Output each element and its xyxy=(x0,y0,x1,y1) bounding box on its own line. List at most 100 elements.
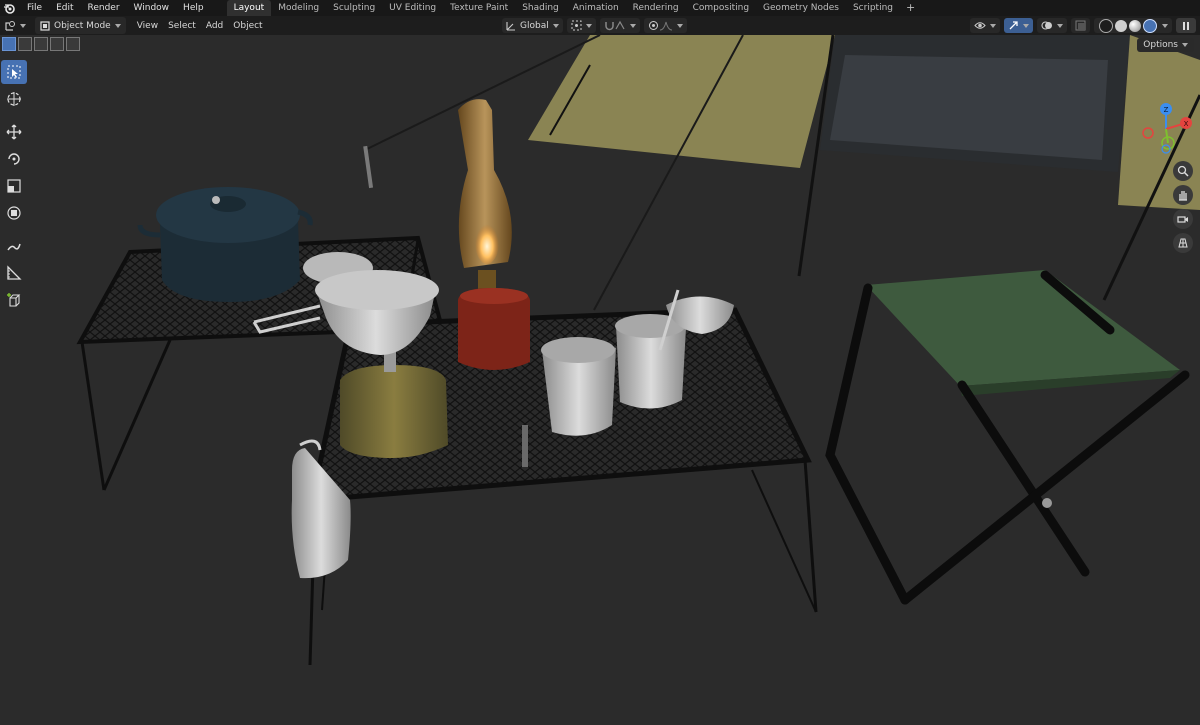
select-extend-icon[interactable] xyxy=(18,37,32,51)
mode-select[interactable]: Object Mode xyxy=(35,17,126,34)
chevron-down-icon xyxy=(1162,23,1168,28)
annotate-tool[interactable] xyxy=(1,234,27,258)
chevron-down-icon xyxy=(1182,43,1188,47)
transform-controls: Global xyxy=(502,17,687,34)
material-shading-icon[interactable] xyxy=(1129,19,1141,32)
visibility-select[interactable] xyxy=(970,18,1000,33)
tab-texture-paint[interactable]: Texture Paint xyxy=(443,0,515,16)
pan-hand-icon xyxy=(1179,191,1187,201)
measure-tool[interactable] xyxy=(1,261,27,285)
tab-layout[interactable]: Layout xyxy=(226,0,272,16)
chevron-down-icon xyxy=(990,23,996,28)
select-intersect-icon[interactable] xyxy=(66,37,80,51)
chevron-down-icon xyxy=(20,23,26,28)
tool-shelf xyxy=(1,60,29,315)
pivot-select[interactable] xyxy=(566,18,596,33)
tab-shading[interactable]: Shading xyxy=(515,0,566,16)
3d-viewport[interactable]: Z X xyxy=(0,34,1200,721)
menu-select[interactable]: Select xyxy=(163,17,201,34)
snap-target-icon xyxy=(615,20,625,30)
add-cube-tool[interactable] xyxy=(1,288,27,312)
perspective-toggle-button[interactable] xyxy=(1173,233,1193,253)
menu-add[interactable]: Add xyxy=(201,17,228,34)
magnet-icon xyxy=(604,22,614,31)
tab-modeling[interactable]: Modeling xyxy=(271,0,326,16)
navigation-buttons xyxy=(1173,161,1195,257)
navigation-gizmo[interactable]: Z X xyxy=(1140,103,1192,155)
xray-icon xyxy=(1075,20,1086,31)
menu-render[interactable]: Render xyxy=(81,0,127,16)
select-box-icon xyxy=(7,65,21,79)
rotate-tool[interactable] xyxy=(1,147,27,171)
cursor-tool[interactable] xyxy=(1,87,27,111)
menu-edit[interactable]: Edit xyxy=(49,0,80,16)
orientation-select[interactable]: Global xyxy=(502,18,563,33)
zoom-button[interactable] xyxy=(1173,161,1193,181)
annotate-icon xyxy=(7,243,21,251)
tab-scripting[interactable]: Scripting xyxy=(846,0,900,16)
select-invert-icon[interactable] xyxy=(50,37,64,51)
tab-compositing[interactable]: Compositing xyxy=(686,0,756,16)
z-axis-label: Z xyxy=(1164,106,1169,114)
measure-icon xyxy=(7,265,22,280)
tab-geometry-nodes[interactable]: Geometry Nodes xyxy=(756,0,846,16)
chevron-down-icon xyxy=(114,23,121,28)
dutch-oven xyxy=(137,187,313,302)
rendered-shading-icon[interactable] xyxy=(1143,18,1157,33)
folding-stool xyxy=(825,270,1190,605)
pause-icon xyxy=(1183,21,1189,30)
tab-sculpting[interactable]: Sculpting xyxy=(326,0,382,16)
menu-object[interactable]: Object xyxy=(228,17,267,34)
chevron-down-icon xyxy=(629,23,636,28)
orientation-icon xyxy=(506,21,515,31)
solid-shading-icon[interactable] xyxy=(1115,19,1127,32)
select-subtract-icon[interactable] xyxy=(34,37,48,51)
viewport-right-controls xyxy=(970,17,1196,34)
xray-toggle[interactable] xyxy=(1071,18,1090,33)
editor-type-button[interactable] xyxy=(0,17,31,34)
eye-icon xyxy=(974,22,986,29)
menu-help[interactable]: Help xyxy=(176,0,211,16)
wireframe-shading-icon[interactable] xyxy=(1099,18,1113,33)
scale-tool[interactable] xyxy=(1,174,27,198)
scale-icon xyxy=(7,179,21,193)
options-label: Options xyxy=(1143,40,1178,50)
chevron-down-icon xyxy=(585,23,592,28)
menu-view[interactable]: View xyxy=(132,17,163,34)
tab-rendering[interactable]: Rendering xyxy=(626,0,686,16)
falloff-icon xyxy=(659,21,672,31)
chevron-down-icon xyxy=(552,23,559,28)
rotate-icon xyxy=(8,153,20,165)
blender-logo-icon[interactable] xyxy=(2,1,16,15)
gizmo-icon xyxy=(1009,21,1018,30)
select-new-icon[interactable] xyxy=(2,37,16,51)
camera-view-button[interactable] xyxy=(1173,209,1193,229)
transform-tool[interactable] xyxy=(1,201,27,225)
viewport-header: Object Mode View Select Add Object Globa… xyxy=(0,16,1200,35)
gizmo-toggle[interactable] xyxy=(1004,18,1033,33)
snap-toggle[interactable] xyxy=(599,18,640,33)
overlays-toggle[interactable] xyxy=(1037,18,1067,33)
neg-x-axis-button[interactable] xyxy=(1142,127,1154,139)
tab-animation[interactable]: Animation xyxy=(566,0,626,16)
top-menu-bar: File Edit Render Window Help Layout Mode… xyxy=(0,0,1200,16)
zoom-icon xyxy=(1177,165,1189,177)
move-tool[interactable] xyxy=(1,120,27,144)
cursor-icon xyxy=(7,92,21,106)
tab-uv-editing[interactable]: UV Editing xyxy=(382,0,443,16)
menu-window[interactable]: Window xyxy=(127,0,177,16)
object-mode-icon xyxy=(40,20,50,31)
add-workspace-button[interactable]: + xyxy=(900,0,921,16)
pan-button[interactable] xyxy=(1173,185,1193,205)
selection-mode-buttons xyxy=(0,36,80,52)
transform-icon xyxy=(7,206,21,220)
menu-file[interactable]: File xyxy=(20,0,49,16)
options-button[interactable]: Options xyxy=(1137,38,1194,52)
orientation-label: Global xyxy=(520,20,549,31)
select-box-tool[interactable] xyxy=(1,60,27,84)
camera-icon xyxy=(1177,216,1188,223)
chevron-down-icon xyxy=(1057,23,1063,28)
proportional-edit-toggle[interactable] xyxy=(643,18,687,33)
shading-modes xyxy=(1094,18,1172,33)
sidebar-toggle[interactable] xyxy=(1176,18,1196,33)
